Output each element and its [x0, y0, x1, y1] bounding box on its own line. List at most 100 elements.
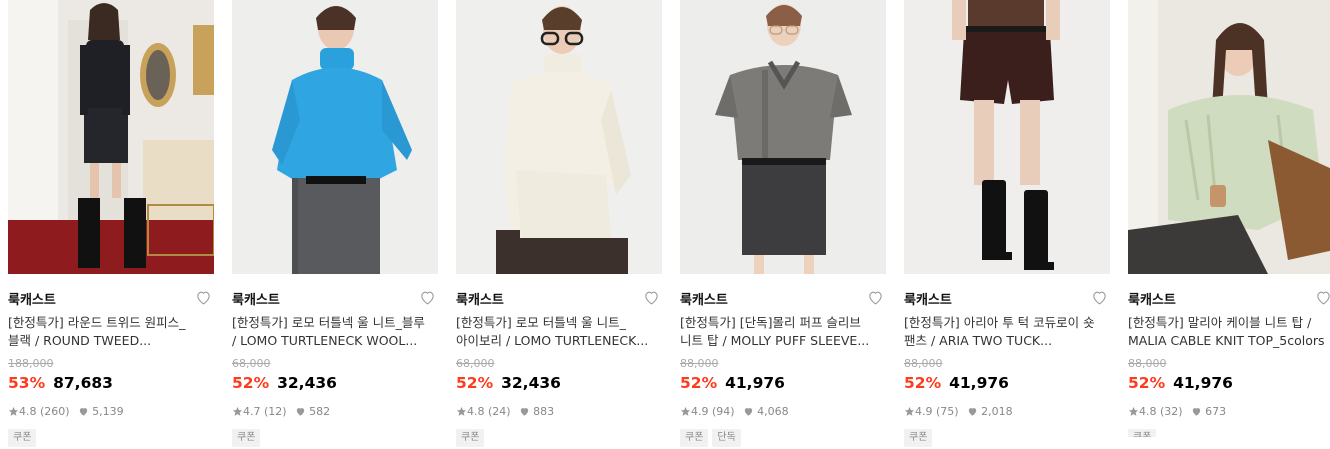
rating-value: 4.7: [243, 405, 261, 418]
like-count: 883: [533, 405, 555, 418]
product-name[interactable]: [한정특가] 로모 터틀넥 울 니트_ 아이보리 / LOMO TURTLENE…: [456, 314, 662, 350]
product-card[interactable]: 룩캐스트 [한정특가] 아리아 투 턱 코듀로이 숏 팬츠 / ARIA TWO…: [904, 0, 1110, 447]
review-meta: 4.8 (24) 883: [456, 405, 554, 418]
tag-list: 쿠폰 단독: [680, 429, 741, 449]
price-row: 52% 32,436: [456, 374, 561, 392]
discount-rate: 52%: [680, 374, 718, 392]
brand-name[interactable]: 룩캐스트: [232, 289, 280, 308]
rating-value: 4.8: [1139, 405, 1157, 418]
tag-badge: 쿠폰: [8, 429, 37, 447]
heart-outline-icon[interactable]: [419, 289, 436, 306]
brand-name[interactable]: 룩캐스트: [456, 289, 504, 308]
heart-outline-icon[interactable]: [195, 289, 212, 306]
like-count: 582: [309, 405, 331, 418]
original-price: 188,000: [8, 357, 54, 370]
star-icon: [456, 406, 467, 416]
sale-price: 41,976: [1173, 374, 1233, 392]
product-name[interactable]: [한정특가] 라운드 트위드 원피스_ 블랙 / ROUND TWEED...: [8, 314, 214, 350]
product-card[interactable]: 룩캐스트 [한정특가] 로모 터틀넥 울 니트_블루 / LOMO TURTLE…: [232, 0, 438, 447]
tag-badge: 쿠폰: [232, 429, 261, 447]
star-icon: [232, 406, 243, 416]
price-row: 52% 41,976: [904, 374, 1009, 392]
price-row: 52% 41,976: [1128, 374, 1233, 392]
original-price: 88,000: [680, 357, 719, 370]
tag-badge: 쿠폰: [680, 429, 709, 447]
heart-outline-icon[interactable]: [867, 289, 884, 306]
sale-price: 32,436: [277, 374, 337, 392]
like-count: 673: [1205, 405, 1227, 418]
brand-name[interactable]: 룩캐스트: [904, 289, 952, 308]
original-price: 68,000: [456, 357, 495, 370]
star-icon: [680, 406, 691, 416]
heart-outline-icon[interactable]: [1315, 289, 1330, 306]
like-count: 5,139: [92, 405, 124, 418]
tag-list: 쿠폰: [8, 429, 37, 449]
review-count: (75): [936, 405, 959, 418]
product-name[interactable]: [한정특가] 아리아 투 턱 코듀로이 숏 팬츠 / ARIA TWO TUCK…: [904, 314, 1110, 350]
discount-rate: 52%: [232, 374, 270, 392]
heart-outline-icon[interactable]: [1091, 289, 1108, 306]
tag-badge: 쿠폰: [904, 429, 933, 447]
star-icon: [1128, 406, 1139, 416]
sale-price: 41,976: [949, 374, 1009, 392]
product-name[interactable]: [한정특가] 로모 터틀넥 울 니트_블루 / LOMO TURTLENECK …: [232, 314, 438, 350]
discount-rate: 52%: [904, 374, 942, 392]
review-meta: 4.8 (32) 673: [1128, 405, 1226, 418]
heart-filled-icon: [296, 408, 304, 416]
heart-filled-icon: [744, 408, 752, 416]
product-image[interactable]: [904, 0, 1110, 274]
brand-name[interactable]: 룩캐스트: [1128, 289, 1176, 308]
tag-badge: 단독: [712, 429, 741, 447]
original-price: 68,000: [232, 357, 271, 370]
product-image[interactable]: [1128, 0, 1330, 274]
product-card[interactable]: 룩캐스트 [한정특가] [단독]몰리 퍼프 슬리브 니트 탑 / MOLLY P…: [680, 0, 886, 447]
review-meta: 4.9 (75) 2,018: [904, 405, 1013, 418]
product-card[interactable]: 룩캐스트 [한정특가] 라운드 트위드 원피스_ 블랙 / ROUND TWEE…: [8, 0, 214, 447]
tag-list: 쿠폰: [1128, 429, 1157, 437]
review-count: (260): [40, 405, 70, 418]
product-card[interactable]: 룩캐스트 [한정특가] 말리아 케이블 니트 탑 / MALIA CABLE K…: [1128, 0, 1330, 437]
sale-price: 41,976: [725, 374, 785, 392]
price-row: 52% 32,436: [232, 374, 337, 392]
discount-rate: 52%: [456, 374, 494, 392]
original-price: 88,000: [904, 357, 943, 370]
product-image[interactable]: [8, 0, 214, 274]
star-icon: [904, 406, 915, 416]
product-image[interactable]: [456, 0, 662, 274]
rating-value: 4.9: [915, 405, 933, 418]
like-count: 2,018: [981, 405, 1013, 418]
heart-outline-icon[interactable]: [643, 289, 660, 306]
review-meta: 4.7 (12) 582: [232, 405, 330, 418]
sale-price: 87,683: [53, 374, 113, 392]
star-icon: [8, 406, 19, 416]
tag-list: 쿠폰: [456, 429, 485, 449]
product-image[interactable]: [680, 0, 886, 274]
review-meta: 4.8 (260) 5,139: [8, 405, 124, 418]
product-grid: 룩캐스트 [한정특가] 라운드 트위드 원피스_ 블랙 / ROUND TWEE…: [0, 0, 1330, 447]
product-name[interactable]: [한정특가] 말리아 케이블 니트 탑 / MALIA CABLE KNIT T…: [1128, 314, 1330, 350]
review-count: (12): [264, 405, 287, 418]
brand-name[interactable]: 룩캐스트: [8, 289, 56, 308]
price-row: 53% 87,683: [8, 374, 113, 392]
tag-list: 쿠폰: [904, 429, 933, 449]
rating-value: 4.9: [691, 405, 709, 418]
review-meta: 4.9 (94) 4,068: [680, 405, 789, 418]
product-image[interactable]: [232, 0, 438, 274]
tag-badge: 쿠폰: [1128, 429, 1157, 437]
review-count: (24): [488, 405, 511, 418]
discount-rate: 53%: [8, 374, 46, 392]
rating-value: 4.8: [467, 405, 485, 418]
brand-name[interactable]: 룩캐스트: [680, 289, 728, 308]
product-name[interactable]: [한정특가] [단독]몰리 퍼프 슬리브 니트 탑 / MOLLY PUFF S…: [680, 314, 886, 350]
review-count: (94): [712, 405, 735, 418]
heart-filled-icon: [968, 408, 976, 416]
heart-filled-icon: [520, 408, 528, 416]
original-price: 88,000: [1128, 357, 1167, 370]
price-row: 52% 41,976: [680, 374, 785, 392]
review-count: (32): [1160, 405, 1183, 418]
like-count: 4,068: [757, 405, 789, 418]
tag-list: 쿠폰: [232, 429, 261, 449]
product-card[interactable]: 룩캐스트 [한정특가] 로모 터틀넥 울 니트_ 아이보리 / LOMO TUR…: [456, 0, 662, 447]
discount-rate: 52%: [1128, 374, 1166, 392]
sale-price: 32,436: [501, 374, 561, 392]
